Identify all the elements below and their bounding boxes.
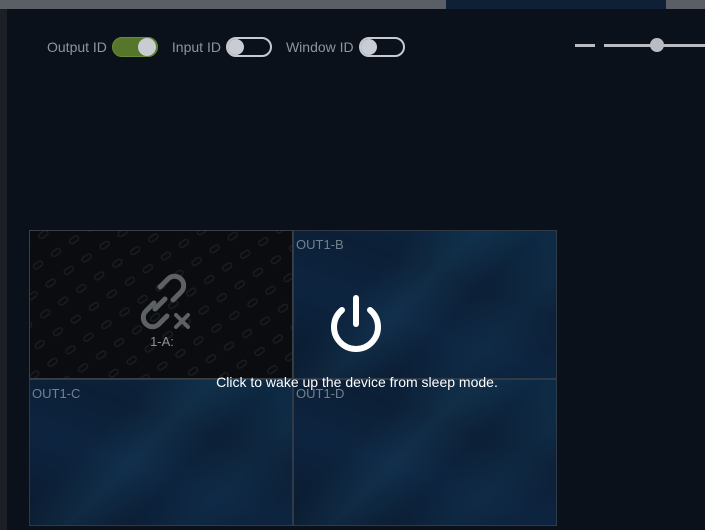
window-id-toggle[interactable]: Window ID: [286, 37, 405, 57]
output-cell-out1-d[interactable]: OUT1-D: [293, 379, 557, 526]
input-id-switch[interactable]: [225, 37, 272, 57]
zoom-slider-thumb[interactable]: [650, 38, 664, 52]
tab-strip: [0, 0, 705, 9]
zoom-out-icon[interactable]: [575, 44, 595, 47]
output-cell-label: OUT1-C: [32, 386, 81, 401]
window-cell-label: 1-A:: [150, 334, 174, 349]
wake-device-message[interactable]: Click to wake up the device from sleep m…: [180, 374, 534, 390]
output-id-switch[interactable]: [111, 37, 158, 57]
broken-link-icon: [140, 273, 190, 330]
window-id-switch[interactable]: [358, 37, 405, 57]
switch-knob: [137, 38, 156, 56]
window-id-label: Window ID: [285, 39, 354, 55]
window-cell-1a[interactable]: 1-A:: [29, 230, 293, 379]
tab-inactive-right[interactable]: [666, 0, 705, 9]
left-edge-panel: [0, 9, 7, 530]
input-id-label: Input ID: [171, 39, 221, 55]
device-view: Output ID Input ID Window ID 1-A: OUT1-B…: [0, 0, 705, 530]
id-toggle-bar: Output ID Input ID Window ID: [47, 36, 419, 58]
output-id-toggle[interactable]: Output ID: [47, 37, 158, 57]
tab-active[interactable]: [446, 0, 666, 9]
switch-knob: [227, 39, 244, 55]
input-id-toggle[interactable]: Input ID: [172, 37, 272, 57]
output-id-label: Output ID: [47, 39, 107, 55]
power-icon[interactable]: [322, 292, 390, 360]
output-cell-label: OUT1-B: [296, 237, 344, 252]
tab-inactive[interactable]: [0, 0, 446, 9]
switch-knob: [360, 39, 377, 55]
output-cell-out1-c[interactable]: OUT1-C: [29, 379, 293, 526]
